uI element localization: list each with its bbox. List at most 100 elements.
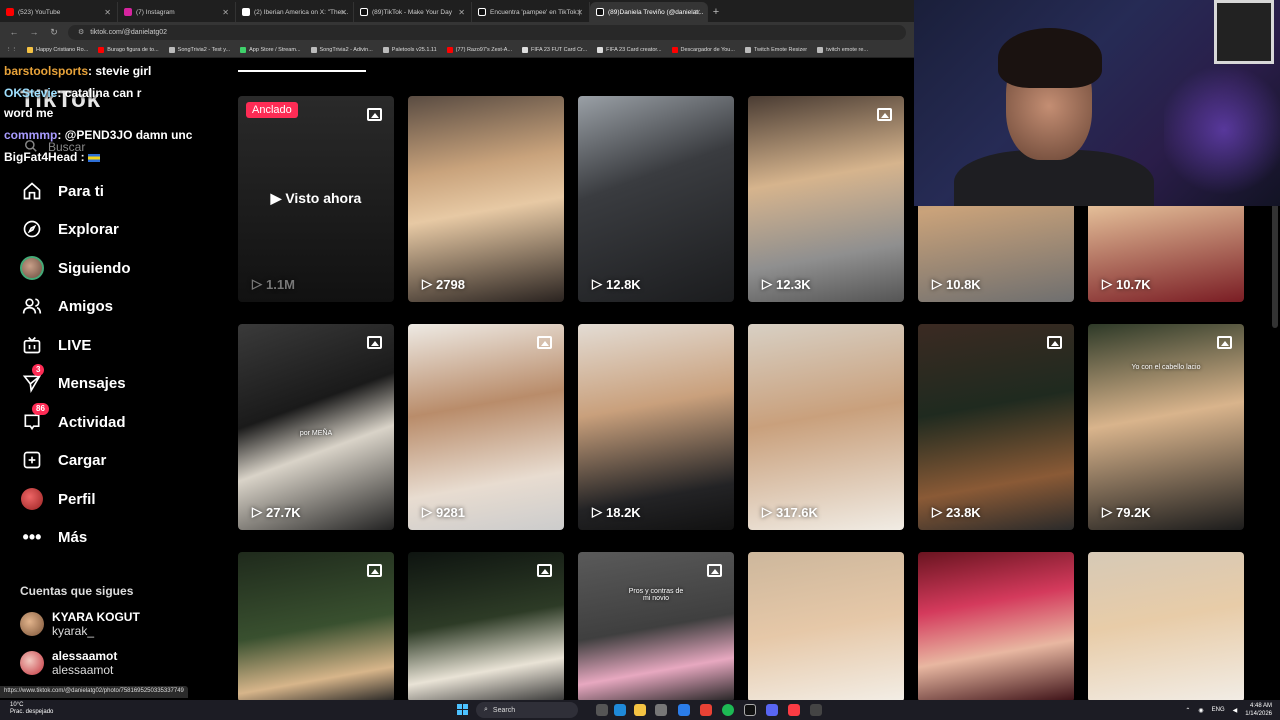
video-tile[interactable]: ▷ 317.6K	[748, 324, 904, 530]
close-icon[interactable]: ✕	[694, 8, 701, 17]
nav-actividad[interactable]: 86 Actividad	[20, 403, 200, 437]
view-count: ▷ 2798	[422, 276, 465, 292]
video-tile[interactable]	[238, 552, 394, 700]
video-tile[interactable]: ▷ 9281	[408, 324, 564, 530]
browser-tab[interactable]: Encuentra 'pampee' en TikTok | ✕	[472, 2, 590, 22]
bookmark[interactable]: Paletools v25.1.11	[382, 46, 437, 53]
bookmark-label: twitch emote re...	[826, 46, 869, 53]
browser-tab[interactable]: (89)TikTok - Make Your Day ✕	[354, 2, 472, 22]
bookmark[interactable]: Twitch Emote Resizer	[744, 46, 807, 53]
spotify-icon[interactable]	[722, 704, 734, 716]
bookmark[interactable]: twitch emote re...	[817, 46, 869, 53]
close-icon[interactable]: ✕	[104, 8, 111, 17]
windows-start-icon[interactable]	[457, 704, 469, 716]
watched-text: Visto ahora	[285, 190, 362, 206]
task-view-icon[interactable]	[596, 704, 608, 716]
wall-frame	[1214, 0, 1274, 64]
bookmark[interactable]: Descargador de You...	[671, 46, 735, 53]
following-handle: kyarak_	[52, 624, 95, 638]
chat-username: BigFat4Head :	[4, 150, 85, 164]
video-tile[interactable]: ▷ 12.3K	[748, 96, 904, 302]
video-tile[interactable]	[1088, 552, 1244, 700]
clock[interactable]: 4:48 AM 1/14/2026	[1245, 702, 1272, 718]
bookmark[interactable]: FIFA 23 Card creator...	[597, 46, 662, 53]
browser-tab[interactable]: (7) Instagram ✕	[118, 2, 236, 22]
mail-icon[interactable]	[678, 704, 690, 716]
store-icon[interactable]	[655, 704, 667, 716]
bookmark[interactable]: SongTrivia2 - Test y...	[168, 46, 231, 53]
nav-para-ti[interactable]: Para ti	[20, 176, 200, 206]
nav-siguiendo[interactable]: Siguiendo	[20, 253, 200, 283]
close-icon[interactable]: ✕	[222, 8, 229, 17]
bookmark-label: Burago figura de to...	[107, 46, 159, 53]
video-tile[interactable]: ▷ 18.2K	[578, 324, 734, 530]
upload-plus-icon	[20, 448, 44, 472]
video-tile[interactable]: por MEÑA ▷ 27.7K	[238, 324, 394, 530]
view-count: ▷ 18.2K	[592, 504, 641, 520]
inbox-icon: 86	[20, 403, 49, 434]
browser-tab-active[interactable]: (89)Daniela Treviño (@danielat... ✕	[590, 2, 708, 22]
video-tile[interactable]: Yo con el cabello lacio ▷ 79.2K	[1088, 324, 1244, 530]
close-icon[interactable]: ✕	[576, 8, 583, 17]
video-tile[interactable]: Pros y contras de mi novio	[578, 552, 734, 700]
bookmark[interactable]: Happy Cristiano Ro...	[27, 46, 88, 53]
reload-icon[interactable]: ↻	[48, 27, 60, 38]
nav-mensajes[interactable]: 3 Mensajes	[20, 364, 200, 398]
new-tab-button[interactable]: +	[708, 2, 724, 22]
discord-icon[interactable]	[766, 704, 778, 716]
close-icon[interactable]: ✕	[458, 8, 465, 17]
bookmark-label: SongTrivia2 - Test y...	[177, 46, 231, 53]
nav-cargar[interactable]: Cargar	[20, 445, 200, 475]
video-tile[interactable]: ▷ 2798	[408, 96, 564, 302]
weather-widget[interactable]: 10°C Prac. despejado	[10, 702, 53, 716]
apps-grid-icon[interactable]: ⋮⋮	[6, 47, 17, 53]
video-tile[interactable]: ▷ 23.8K	[918, 324, 1074, 530]
forward-arrow-icon[interactable]: →	[28, 27, 40, 37]
network-icon[interactable]: ◉	[1198, 707, 1203, 714]
globe-icon	[168, 46, 175, 53]
nav-amigos[interactable]: Amigos	[20, 291, 200, 321]
bookmark[interactable]: FIFA 23 FUT Card Cr...	[522, 46, 587, 53]
site-info-icon[interactable]: ⚙	[78, 28, 84, 36]
webcam-light-glow	[1164, 60, 1280, 200]
photo-carousel-icon	[877, 108, 892, 121]
overlay-caption: Pros y contras de mi novio	[628, 588, 684, 602]
video-tile[interactable]	[918, 552, 1074, 700]
bookmark[interactable]: Burago figura de to...	[98, 46, 159, 53]
following-name: KYARA KOGUT	[52, 610, 140, 624]
view-count-value: 12.8K	[606, 276, 641, 292]
app-icon[interactable]	[810, 704, 822, 716]
following-account[interactable]: KYARA KOGUT kyarak_	[20, 610, 200, 638]
chat-message-continued: word me	[4, 106, 54, 120]
url-field[interactable]: ⚙ tiktok.com/@danielatg02	[68, 24, 906, 40]
browser-tab[interactable]: (2) Iberian America on X: "Ther... ✕	[236, 2, 354, 22]
taskbar-search[interactable]: ⌕ Search	[476, 702, 578, 718]
music-icon[interactable]	[788, 704, 800, 716]
following-account[interactable]: alessaamot alessaamot	[20, 649, 200, 677]
close-icon[interactable]: ✕	[340, 8, 347, 17]
chrome-icon[interactable]	[700, 704, 712, 716]
clock-date: 1/14/2026	[1245, 711, 1272, 717]
bookmark[interactable]: SongTrivia2 - Adivin...	[310, 46, 373, 53]
video-tile[interactable]	[748, 552, 904, 700]
video-tile[interactable]	[408, 552, 564, 700]
video-tile-pinned[interactable]: Anclado ▶ Visto ahora ▷ 1.1M	[238, 96, 394, 302]
browser-tab[interactable]: (523) YouTube ✕	[0, 2, 118, 22]
file-explorer-icon[interactable]	[634, 704, 646, 716]
chat-message: barstoolsports: stevie girl	[4, 64, 151, 78]
video-tile[interactable]: ▷ 12.8K	[578, 96, 734, 302]
bookmark[interactable]: App Store / Stream...	[240, 46, 301, 53]
chevron-up-icon[interactable]: ⌃	[1185, 707, 1190, 714]
lang-indicator[interactable]: ENG	[1212, 707, 1225, 713]
bookmark[interactable]: (77) Razo97's Zest-A...	[446, 46, 512, 53]
photo-carousel-icon	[1217, 336, 1232, 349]
nav-perfil[interactable]: Perfil	[20, 484, 200, 514]
nav-explorar[interactable]: Explorar	[20, 214, 200, 244]
nav-live[interactable]: LIVE	[20, 330, 200, 360]
nav-label: Explorar	[58, 220, 119, 238]
volume-icon[interactable]: ◀	[1233, 707, 1238, 714]
obs-icon[interactable]	[744, 704, 756, 716]
edge-icon[interactable]	[614, 704, 626, 716]
back-arrow-icon[interactable]: ←	[8, 27, 20, 37]
nav-mas[interactable]: ••• Más	[20, 522, 200, 552]
